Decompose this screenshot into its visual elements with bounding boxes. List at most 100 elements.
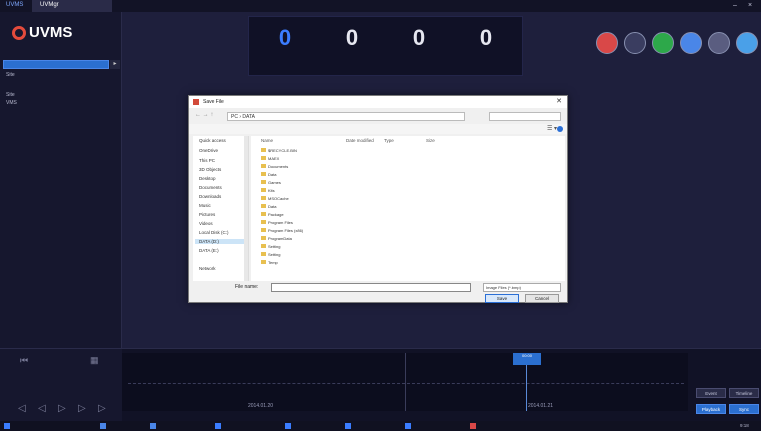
nav-item-this-pc[interactable]: This PC xyxy=(199,158,215,163)
start-button[interactable] xyxy=(4,423,12,429)
nav-item-music[interactable]: Music xyxy=(199,203,211,208)
file-row[interactable]: Package xyxy=(251,211,491,219)
taskbar-app[interactable] xyxy=(345,423,353,429)
file-row[interactable]: MAEX xyxy=(251,155,491,163)
nav-item-data-d[interactable]: DATA (D:) xyxy=(195,239,247,244)
counter-1: 0 xyxy=(322,25,382,51)
play-icon[interactable]: ▷ xyxy=(58,403,66,414)
taskbar-app[interactable] xyxy=(285,423,293,429)
close-button[interactable]: × xyxy=(748,2,752,9)
timeline-cursor[interactable] xyxy=(405,353,406,411)
counter-0-value: 0 xyxy=(278,25,292,50)
next-icon[interactable]: ▷ xyxy=(78,403,86,414)
address-segment-data[interactable]: DATA xyxy=(242,114,255,120)
nav-item-3d-objects[interactable]: 3D Objects xyxy=(199,167,221,172)
filename-input[interactable] xyxy=(271,283,471,292)
dialog-close-button[interactable]: ✕ xyxy=(556,97,562,105)
step-forward-icon[interactable]: ▷ xyxy=(98,403,106,414)
app-logo: UVMS xyxy=(29,24,73,41)
nav-item-data-e[interactable]: DATA (E:) xyxy=(199,248,219,253)
file-row[interactable]: Program Files (x86) xyxy=(251,227,491,235)
help-icon[interactable] xyxy=(557,126,563,132)
file-row[interactable]: Games xyxy=(251,179,491,187)
prev-icon[interactable]: ◁ xyxy=(38,403,46,414)
tab-uvms[interactable]: UVMS xyxy=(6,2,23,8)
nav-item-onedrive[interactable]: OneDrive xyxy=(199,148,218,153)
dialog-search-input[interactable] xyxy=(489,112,561,121)
col-header-date[interactable]: Date modified xyxy=(346,138,374,143)
cctv-tool[interactable] xyxy=(623,32,647,54)
save-button[interactable]: Save xyxy=(485,294,519,303)
event-button[interactable]: Event xyxy=(696,388,726,398)
file-row[interactable]: MSOCache xyxy=(251,195,491,203)
edit-tool[interactable] xyxy=(707,32,731,54)
address-segment-pc[interactable]: PC xyxy=(231,114,238,120)
file-row[interactable]: Data xyxy=(251,171,491,179)
calendar-icon[interactable]: ▦ xyxy=(90,355,99,366)
col-header-type[interactable]: Type xyxy=(384,138,394,143)
file-row[interactable]: Temp xyxy=(251,259,491,267)
col-header-name[interactable]: Name xyxy=(261,138,273,143)
nav-item-quick-access[interactable]: Quick access xyxy=(199,138,226,143)
taskbar-app[interactable] xyxy=(215,423,223,429)
file-name: Temp xyxy=(268,260,278,265)
step-back-icon[interactable]: ◁ xyxy=(18,403,26,414)
counter-3-value: 0 xyxy=(479,25,493,50)
file-row[interactable]: Setting xyxy=(251,243,491,251)
file-name: Games xyxy=(268,180,281,185)
folder-icon xyxy=(261,164,266,168)
playhead-line[interactable] xyxy=(526,365,527,411)
search-icon xyxy=(736,32,758,54)
taskbar-app[interactable] xyxy=(405,423,413,429)
record-tool[interactable] xyxy=(679,32,703,54)
file-row[interactable]: Documents xyxy=(251,163,491,171)
dialog-title-bar: Save File ✕ xyxy=(189,96,567,108)
file-row[interactable]: Kits xyxy=(251,187,491,195)
folder-icon xyxy=(261,204,266,208)
tree-item-site-2[interactable]: Site xyxy=(6,92,15,98)
nav-item-desktop[interactable]: Desktop xyxy=(199,176,216,181)
search-button[interactable]: ▸ xyxy=(110,60,120,69)
nav-item-downloads[interactable]: Downloads xyxy=(199,194,221,199)
map-pin-tool[interactable] xyxy=(595,32,619,54)
title-bar: UVMS UVMgr – × xyxy=(0,0,761,12)
nav-item-local-disk-c[interactable]: Local Disk (C:) xyxy=(199,230,229,235)
file-name: Setting xyxy=(268,252,281,257)
taskbar-app[interactable] xyxy=(100,423,108,429)
edit-icon xyxy=(708,32,730,54)
address-bar[interactable]: PC › DATA xyxy=(227,112,465,121)
playhead-marker[interactable]: 00:00 xyxy=(513,353,541,365)
file-type-select[interactable]: Image Files (*.bmp) xyxy=(483,283,561,292)
file-name: MAEX xyxy=(268,156,280,161)
rewind-icon[interactable]: ⏮ xyxy=(20,355,28,366)
taskbar-app[interactable] xyxy=(150,423,158,429)
tree-item-site[interactable]: Site xyxy=(6,72,15,78)
minimize-button[interactable]: – xyxy=(733,2,737,9)
sync-button[interactable]: Sync xyxy=(729,404,759,414)
file-row[interactable]: Setting xyxy=(251,251,491,259)
cancel-button[interactable]: Cancel xyxy=(525,294,559,303)
search-tool[interactable] xyxy=(735,32,759,54)
file-row[interactable]: Data xyxy=(251,203,491,211)
tree-item-vms[interactable]: VMS xyxy=(6,100,17,106)
file-row[interactable]: ProgramData xyxy=(251,235,491,243)
nav-arrows[interactable]: ← → ↑ xyxy=(195,112,213,118)
view-options-icon[interactable]: ☰ ▾ xyxy=(547,125,557,132)
file-row[interactable]: Program Files xyxy=(251,219,491,227)
nav-scrollbar[interactable] xyxy=(244,136,248,281)
timeline-button[interactable]: Timeline xyxy=(729,388,759,398)
taskbar-app-active[interactable] xyxy=(470,423,478,429)
playback-button[interactable]: Playback xyxy=(696,404,726,414)
nav-item-pictures[interactable]: Pictures xyxy=(199,212,215,217)
alarm-tool[interactable] xyxy=(651,32,675,54)
windows-icon xyxy=(4,423,10,429)
nav-item-network[interactable]: Network xyxy=(199,266,216,271)
tab-uvmgr[interactable]: UVMgr xyxy=(40,2,59,8)
file-row[interactable]: $RECYCLE.BIN xyxy=(251,147,491,155)
col-header-size[interactable]: Size xyxy=(426,138,435,143)
dialog-app-icon xyxy=(193,99,199,105)
site-search-input[interactable] xyxy=(3,60,109,69)
folder-icon xyxy=(261,196,266,200)
nav-item-documents[interactable]: Documents xyxy=(199,185,222,190)
nav-item-videos[interactable]: Videos xyxy=(199,221,213,226)
